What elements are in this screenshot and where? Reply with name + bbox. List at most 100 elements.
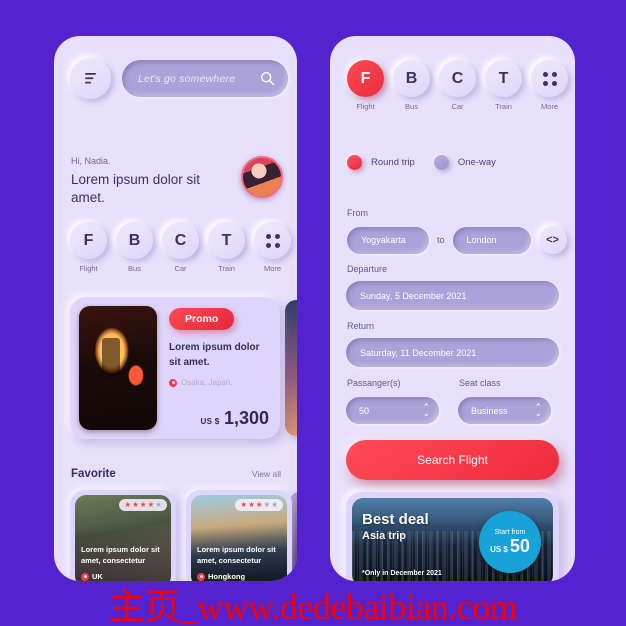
tab-bus-icon[interactable]: B <box>393 60 430 97</box>
promo-card[interactable]: Promo Lorem ipsum dolor sit amet. Osaka,… <box>70 297 280 439</box>
home-topbar: Let's go somewhere <box>70 58 288 99</box>
tab-more-label: More <box>540 102 559 111</box>
promo-amount: 1,300 <box>223 408 269 428</box>
category-bus-icon[interactable]: B <box>116 222 153 259</box>
tab-more[interactable]: More <box>531 60 568 111</box>
search-flight-button[interactable]: Search Flight <box>346 440 559 480</box>
avatar[interactable] <box>241 156 283 198</box>
radio-round-trip-label: Round trip <box>371 157 415 168</box>
search-icon[interactable] <box>260 71 275 86</box>
category-train[interactable]: T Train <box>208 222 245 273</box>
promo-badge: Promo <box>169 308 235 330</box>
tab-train-label: Train <box>495 102 512 111</box>
best-deal-currency: US $ <box>490 545 508 554</box>
category-bus-label: Bus <box>128 264 141 273</box>
tab-train[interactable]: T Train <box>485 60 522 111</box>
hamburger-menu-button[interactable] <box>70 58 111 99</box>
promo-location-label: Osaka, Japan. <box>181 378 233 387</box>
best-deal-note: *Only in December 2021 <box>362 570 442 577</box>
radio-one-way[interactable] <box>433 155 449 170</box>
best-deal-image: Best deal Asia trip *Only in December 20… <box>352 498 553 581</box>
phone-screen-home: Let's go somewhere Hi, Nadia. Lorem ipsu… <box>54 36 297 581</box>
seat-class-value: Business <box>471 405 508 416</box>
promo-image-lantern <box>79 306 157 430</box>
star-icon: ★ <box>248 500 255 509</box>
best-deal-card[interactable]: Best deal Asia trip *Only in December 20… <box>346 492 559 581</box>
promo-location: Osaka, Japan. <box>169 378 271 388</box>
rating-stars: ★ ★ ★ ★ ★ <box>119 499 167 511</box>
passenger-label: Passanger(s) <box>347 378 401 388</box>
star-icon: ★ <box>263 500 271 509</box>
star-icon: ★ <box>240 500 248 509</box>
greeting-title: Lorem ipsum dolor sit amet. <box>71 172 201 206</box>
to-word: to <box>437 235 445 245</box>
grid-dots-icon[interactable] <box>531 60 568 97</box>
radio-round-trip[interactable] <box>347 155 362 170</box>
category-more-label: More <box>263 264 282 273</box>
category-flight-label: Flight <box>79 264 98 273</box>
category-flight[interactable]: F Flight <box>70 222 107 273</box>
rating-stars: ★ ★ ★ ★ ★ <box>235 499 283 511</box>
tab-flight[interactable]: F Flight <box>347 60 384 111</box>
list-item[interactable]: ★ ★ ★ ★ ★ Lorem ipsum dolor sit amet, consec… <box>186 490 292 581</box>
star-icon: ★ <box>155 500 162 509</box>
favorite-text: Lorem ipsum dolor sit amet, consectetur <box>81 545 160 566</box>
to-input[interactable]: London <box>452 226 531 254</box>
departure-date-input[interactable]: Sunday, 5 December 2021 <box>346 281 559 310</box>
favorite-view-all-link[interactable]: View all <box>252 469 281 479</box>
favorite-image-uk: ★ ★ ★ ★ ★ Lorem ipsum dolor sit amet, consec… <box>75 495 171 581</box>
chevron-updown-icon[interactable]: ⌃ ⌄ <box>422 403 430 417</box>
return-date-input[interactable]: Saturday, 11 December 2021 <box>346 338 559 367</box>
tab-flight-label: Flight <box>356 102 375 111</box>
greeting-block: Hi, Nadia. Lorem ipsum dolor sit amet. <box>71 156 221 207</box>
passenger-stepper[interactable]: 50 ⌃ ⌄ <box>346 397 439 424</box>
promo-price: US $ 1,300 <box>201 408 270 429</box>
favorite-list: ★ ★ ★ ★ ★ Lorem ipsum dolor sit amet, consec… <box>70 490 292 581</box>
route-row: Yogyakarta to London <> <box>347 226 567 254</box>
list-item[interactable]: ★ ★ ★ ★ ★ Lorem ipsum dolor sit amet, consec… <box>70 490 176 581</box>
star-icon: ★ <box>124 500 132 509</box>
location-pin-icon <box>169 378 177 388</box>
category-train-label: Train <box>218 264 235 273</box>
passenger-value: 50 <box>359 405 370 416</box>
promo-card-next-peek[interactable] <box>285 300 297 436</box>
category-car-label: Car <box>174 264 187 273</box>
star-icon: ★ <box>147 500 155 509</box>
greeting-hi: Hi, Nadia. <box>71 156 111 166</box>
favorite-header: Favorite View all <box>71 468 281 480</box>
best-deal-subtitle: Asia trip <box>362 530 407 542</box>
from-input[interactable]: Yogyakarta <box>347 226 429 254</box>
swap-icon[interactable]: <> <box>538 226 567 254</box>
best-deal-title: Best deal <box>362 511 429 528</box>
tab-flight-icon[interactable]: F <box>347 60 384 97</box>
star-icon: ★ <box>255 500 263 509</box>
tab-car[interactable]: C Car <box>439 60 476 111</box>
category-row-search: F Flight B Bus C Car T Train More <box>347 60 568 111</box>
promo-currency: US $ <box>200 417 220 426</box>
tab-train-icon[interactable]: T <box>485 60 522 97</box>
category-car[interactable]: C Car <box>162 222 199 273</box>
category-more[interactable]: More <box>254 222 291 273</box>
category-bus[interactable]: B Bus <box>116 222 153 273</box>
best-deal-price-badge: Start from US $ 50 <box>479 511 541 573</box>
category-train-icon[interactable]: T <box>208 222 245 259</box>
grid-dots-icon[interactable] <box>254 222 291 259</box>
seat-class-select[interactable]: Business ⌃ ⌄ <box>458 397 551 424</box>
tab-car-icon[interactable]: C <box>439 60 476 97</box>
from-label: From <box>347 208 368 218</box>
category-car-icon[interactable]: C <box>162 222 199 259</box>
radio-one-way-label: One-way <box>457 157 496 168</box>
star-icon: ★ <box>139 500 147 509</box>
hamburger-icon <box>85 73 96 84</box>
category-flight-icon[interactable]: F <box>70 222 107 259</box>
tab-car-label: Car <box>451 102 464 111</box>
best-deal-badge-top: Start from <box>494 529 526 536</box>
star-icon: ★ <box>132 500 139 509</box>
favorite-image-hongkong: ★ ★ ★ ★ ★ Lorem ipsum dolor sit amet, consec… <box>191 495 287 581</box>
tab-bus[interactable]: B Bus <box>393 60 430 111</box>
search-placeholder: Let's go somewhere <box>138 72 236 85</box>
return-label: Return <box>347 321 375 331</box>
departure-label: Departure <box>347 264 388 274</box>
search-input[interactable]: Let's go somewhere <box>122 60 288 97</box>
chevron-updown-icon[interactable]: ⌃ ⌄ <box>534 403 542 417</box>
